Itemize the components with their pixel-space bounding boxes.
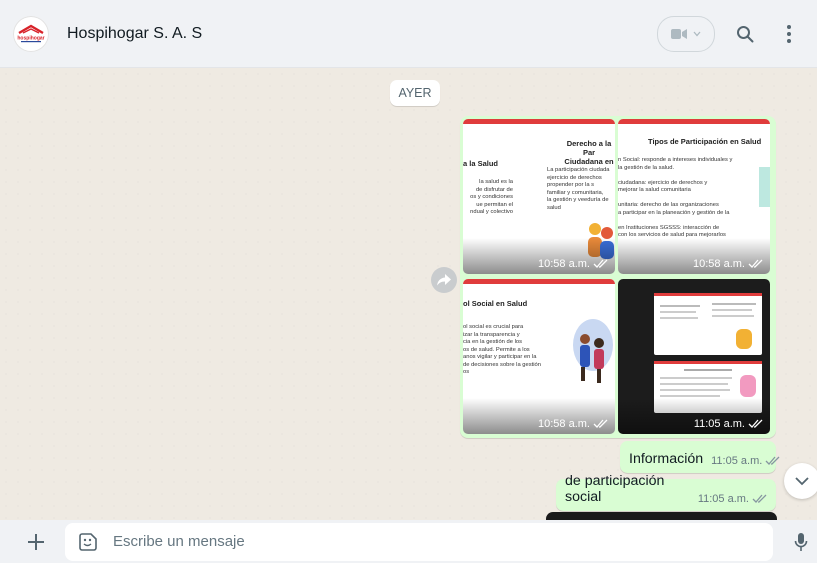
outgoing-message[interactable]: de participación social 11:05 a.m. [556,473,776,511]
slide-ribbon [618,119,770,124]
message-timestamp: 11:05 a.m. [698,493,768,505]
image-timestamp: 10:58 a.m. [693,258,764,270]
message-text: Información [629,451,704,467]
slide-title: Tipos de Participación en Salud [648,137,762,146]
message-input[interactable] [111,532,755,551]
chat-header: hospihogar Hospihogar S. A. S [0,0,817,68]
message-timestamp: 11:05 a.m. [711,455,781,467]
search-icon [737,25,754,42]
slide-title: ol Social en Salud [463,299,528,308]
date-divider: AYER [390,80,440,106]
image-timestamp: 10:58 a.m. [538,258,609,270]
emoji-icon [79,532,97,551]
forward-icon [437,274,451,286]
group-illustration [573,319,613,383]
read-ticks-icon [593,259,608,268]
message-text: de participación social [565,473,665,505]
message-list[interactable]: AYER Derecho a la Par Ciudadana en a la … [0,68,817,520]
video-icon [671,28,687,39]
album-image[interactable]: Tipos de Participación en Salud n Social… [618,119,770,274]
search-button[interactable] [731,20,759,48]
read-ticks-icon [765,456,780,465]
album-image[interactable]: ol Social en Salud ol social es crucial … [463,279,615,434]
menu-button[interactable] [775,20,803,48]
read-ticks-icon [752,494,767,503]
attach-button[interactable] [21,527,51,557]
decoration [759,167,770,207]
chevron-down-icon [795,476,809,485]
emoji-button[interactable] [75,529,101,555]
voice-message-button[interactable] [787,528,815,556]
logo-wordmark: hospihogar [17,35,44,41]
slide-ribbon [463,279,615,284]
album-image[interactable]: Derecho a la Par Ciudadana en a la Salud… [463,119,615,274]
slide-left-text: la salud es la de disfrutar de os y cond… [470,179,513,215]
read-ticks-icon [748,419,763,428]
hospihogar-logo: hospihogar [17,24,45,42]
chevron-down-icon [693,31,701,36]
contact-avatar[interactable]: hospihogar [13,15,49,52]
slide-text: n Social: responde a intereses individua… [618,157,733,238]
microphone-icon [794,532,808,551]
plus-icon [28,533,44,550]
album-image[interactable]: 11:05 a.m. [618,279,770,434]
read-ticks-icon [593,419,608,428]
mini-slide [654,293,762,355]
slide-text: ol social es crucial para izar la transp… [463,324,541,375]
message-input-box[interactable] [65,522,773,561]
outgoing-message[interactable]: Información 11:05 a.m. [620,441,780,473]
menu-icon [787,24,791,43]
slide-left-title: a la Salud [463,159,499,168]
video-call-button[interactable] [657,15,715,52]
image-timestamp: 11:05 a.m. [694,418,764,430]
image-timestamp: 10:58 a.m. [538,418,609,430]
message-composer [0,520,817,563]
next-media-message[interactable] [546,512,777,520]
slide-text: La participación ciudada ejercicio de de… [547,167,610,211]
scroll-to-bottom-button[interactable] [784,463,817,499]
image-album[interactable]: Derecho a la Par Ciudadana en a la Salud… [460,116,776,438]
contact-name[interactable]: Hospihogar S. A. S [67,25,202,43]
slide-ribbon [463,119,615,124]
forward-button[interactable] [431,267,457,293]
slide-title: Derecho a la Par Ciudadana en [564,139,614,166]
read-ticks-icon [748,259,763,268]
